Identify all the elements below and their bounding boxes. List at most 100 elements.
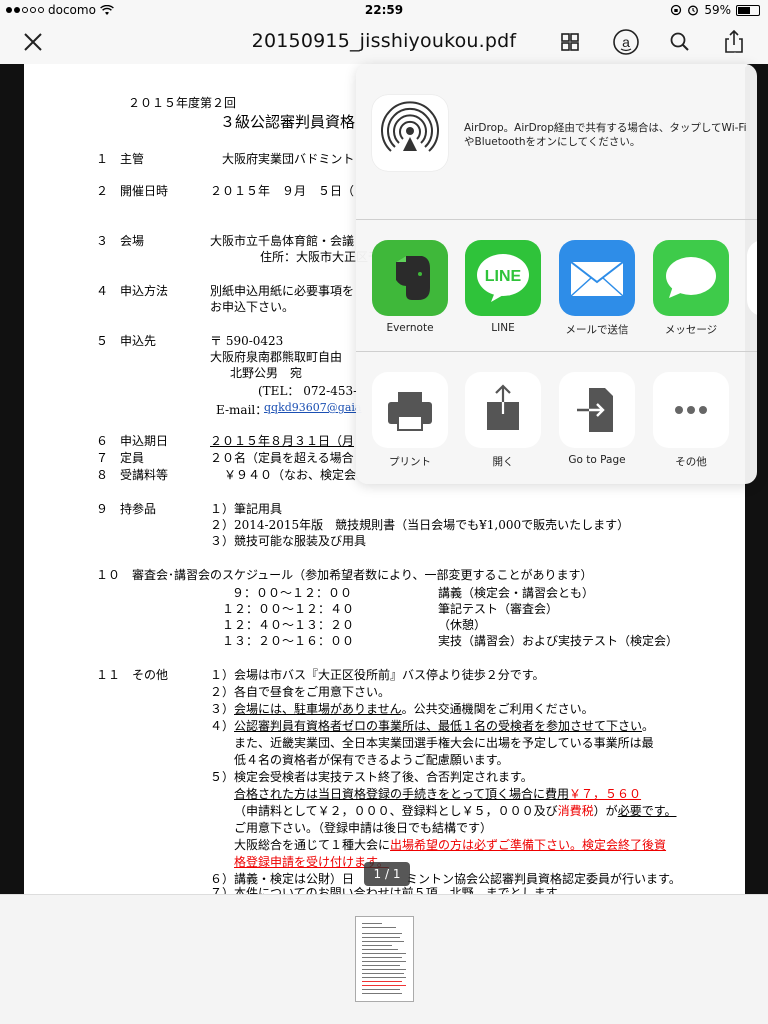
action-open-in[interactable]: 開く bbox=[465, 372, 541, 469]
item-9-label: ９ 持参品 bbox=[96, 502, 157, 516]
schedule-time-4: １３：２０～１６：００ bbox=[222, 634, 355, 648]
thumb-line bbox=[362, 961, 406, 962]
share-sheet: AirDrop。AirDrop経由で共有する場合は、タップしてWi-FiやBlu… bbox=[356, 64, 757, 484]
thumb-line bbox=[362, 993, 402, 994]
action-more[interactable]: その他 bbox=[653, 372, 729, 469]
item-2-value: ２０１５年 ９月 ５日（ bbox=[210, 184, 355, 198]
thumb-line bbox=[362, 949, 398, 950]
status-bar: docomo 22:59 59% bbox=[0, 0, 768, 20]
doc-title: ３級公認審判員資格 bbox=[220, 113, 356, 131]
schedule-desc-2: 筆記テスト（審査会） bbox=[438, 602, 559, 616]
item-9-line-2: ２）2014-2015年版 競技規則書（当日会場でも¥1,000で販売いたします… bbox=[210, 518, 630, 532]
messages-icon[interactable] bbox=[653, 240, 729, 316]
thumb-line bbox=[362, 937, 400, 938]
other-4-line-3: 低４名の資格者が保有できるようご配慮願います。 bbox=[234, 753, 509, 767]
annotate-icon[interactable]: a bbox=[612, 28, 640, 56]
open-in-icon[interactable] bbox=[465, 372, 541, 448]
item-5-name: 北野公男 宛 bbox=[230, 366, 303, 380]
thumb-line bbox=[362, 965, 400, 966]
schedule-desc-3: （休憩） bbox=[438, 618, 487, 632]
schedule-desc-1: 講義（検定会・講習会とも） bbox=[438, 586, 595, 600]
share-app-partial[interactable] bbox=[747, 240, 757, 316]
item-8-value: ￥９４０（なお、検定会 bbox=[224, 468, 357, 482]
other-5-required: 必要です。 bbox=[617, 804, 677, 818]
thumb-line bbox=[362, 957, 402, 958]
action-label: Go to Page bbox=[568, 454, 626, 466]
other-4-line-2: また、近畿実業団、全日本実業団選手権大会に出場を予定している事業所は最 bbox=[234, 736, 654, 750]
page-indicator: 1 / 1 bbox=[364, 862, 410, 886]
other-5-breakdown: （申請料として￥２，０００、登録料とし￥５，０００及び bbox=[234, 804, 558, 818]
grid-icon[interactable] bbox=[556, 28, 584, 56]
item-11-label: １１ その他 bbox=[96, 668, 169, 682]
share-app-label: Evernote bbox=[386, 322, 434, 334]
share-app-messages[interactable]: メッセージ bbox=[653, 240, 729, 337]
other-3-underlined: 会場には、駐車場がありません bbox=[234, 702, 402, 716]
mail-icon[interactable] bbox=[559, 240, 635, 316]
nav-bar: 20150915_jisshiyoukou.pdf a bbox=[0, 20, 768, 64]
item-5-email-link[interactable]: qqkd93607@gaia bbox=[264, 401, 361, 414]
item-1-label: １ 主管 bbox=[96, 152, 145, 166]
item-9-line-1: １）筆記用具 bbox=[210, 502, 283, 516]
document-title: 20150915_jisshiyoukou.pdf bbox=[251, 30, 517, 52]
other-5-line-3: （申請料として￥２，０００、登録料とし￥５，０００及び消費税）が必要です。 bbox=[234, 802, 677, 819]
item-3-label: ３ 会場 bbox=[96, 234, 145, 248]
share-app-label: LINE bbox=[491, 322, 515, 334]
item-5-label: ５ 申込先 bbox=[96, 334, 157, 348]
battery-percent: 59% bbox=[704, 3, 731, 17]
item-5-tel: (TEL： 072-453- bbox=[258, 384, 358, 398]
print-icon[interactable] bbox=[372, 372, 448, 448]
rotation-lock-icon bbox=[671, 4, 682, 16]
more-icon[interactable] bbox=[653, 372, 729, 448]
battery-fill bbox=[738, 6, 750, 14]
item-2-label: ２ 開催日時 bbox=[96, 184, 169, 198]
item-9-line-3: ３）競技可能な服装及び用具 bbox=[210, 534, 367, 548]
other-4-end: 。 bbox=[642, 719, 655, 733]
other-4-underlined: 公認審判員有資格者ゼロの事業所は、最低１名の受検者を参加させて下さい bbox=[234, 719, 643, 733]
other-5-ga: ）が bbox=[593, 804, 618, 818]
other-5-red-note: 出場希望の方は必ずご準備下さい。検定会終了後資 bbox=[390, 838, 667, 852]
item-6-value: ２０１５年８月３１日（月 bbox=[210, 434, 355, 448]
thumb-line bbox=[362, 941, 404, 942]
item-4-value-2: お申込下さい。 bbox=[210, 300, 295, 314]
thumb-line bbox=[362, 989, 400, 990]
other-5-tax: 消費税 bbox=[557, 804, 594, 818]
schedule-time-1: ９：００～１２：００ bbox=[232, 586, 353, 600]
item-1-value: 大阪府実業団バドミント bbox=[222, 152, 355, 166]
item-7-label: ７ 定員 bbox=[96, 451, 145, 465]
item-5-address: 大阪府泉南郡熊取町自由 bbox=[210, 350, 343, 364]
action-print[interactable]: プリント bbox=[372, 372, 448, 469]
pdf-viewer-screen: docomo 22:59 59% 20150915_jisshiyoukou.p… bbox=[0, 0, 768, 1024]
other-5-osaka: 大阪総合を通じて１種大会に bbox=[234, 838, 391, 852]
thumb-line bbox=[362, 973, 404, 974]
action-label: 開く bbox=[492, 456, 514, 468]
line-icon[interactable]: LINE bbox=[465, 240, 541, 316]
share-app-mail[interactable]: メールで送信 bbox=[559, 240, 635, 337]
other-3-num: ３） bbox=[210, 702, 235, 716]
thumb-line bbox=[362, 945, 392, 946]
evernote-icon[interactable] bbox=[372, 240, 448, 316]
search-icon[interactable] bbox=[666, 28, 694, 56]
share-app-line[interactable]: LINE LINE bbox=[465, 240, 541, 334]
thumb-line bbox=[362, 933, 402, 934]
action-go-to-page[interactable]: Go to Page bbox=[559, 372, 635, 466]
item-8-label: ８ 受講料等 bbox=[96, 468, 169, 482]
svg-text:LINE: LINE bbox=[485, 268, 522, 285]
status-time: 22:59 bbox=[364, 3, 404, 17]
share-app-evernote[interactable]: Evernote bbox=[372, 240, 448, 334]
thumb-line-red bbox=[362, 981, 402, 982]
item-6-label: ６ 申込期日 bbox=[96, 434, 169, 448]
page-thumbnail[interactable] bbox=[355, 916, 414, 1002]
app-icon[interactable] bbox=[747, 240, 757, 316]
app-row: Evernote LINE LINE メールで送信 メッセージ bbox=[356, 219, 757, 351]
airdrop-description: AirDrop。AirDrop経由で共有する場合は、タップしてWi-FiやBlu… bbox=[464, 122, 747, 149]
thumb-line bbox=[362, 977, 406, 978]
alarm-icon bbox=[688, 5, 699, 16]
other-5-fee-text: 合格された方は当日資格登録の手続きをとって頂く場合に費用 bbox=[234, 787, 570, 801]
go-to-page-icon[interactable] bbox=[559, 372, 635, 448]
airdrop-icon[interactable] bbox=[372, 95, 448, 171]
item-5-zip: 〒 590-0423 bbox=[210, 334, 284, 348]
other-5: ５）検定会受検者は実技テスト終了後、合否判定されます。 bbox=[210, 770, 533, 784]
other-1: １）会場は市バス『大正区役所前』バス停より徒歩２分です。 bbox=[210, 668, 545, 682]
share-app-label: メッセージ bbox=[664, 324, 718, 336]
airdrop-row[interactable]: AirDrop。AirDrop経由で共有する場合は、タップしてWi-FiやBlu… bbox=[356, 64, 757, 219]
